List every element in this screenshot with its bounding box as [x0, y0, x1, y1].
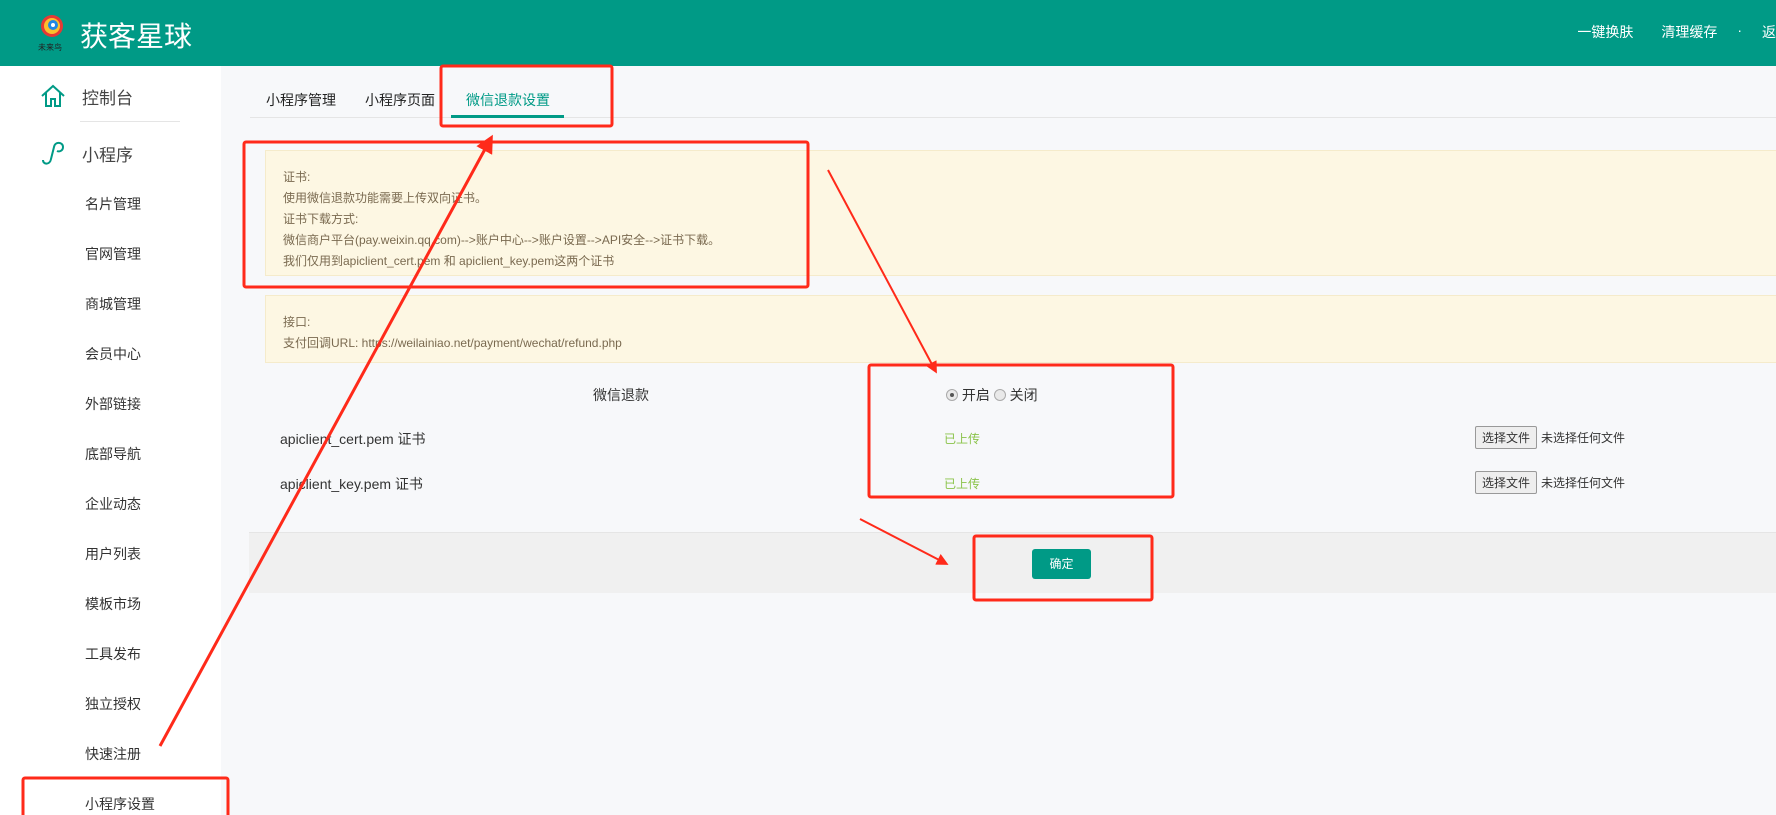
sidebar-item-news[interactable]: 企业动态	[85, 494, 141, 514]
callback-url: 支付回调URL: https://weilainiao.net/payment/…	[283, 336, 622, 350]
form-footer: 确定	[249, 532, 1776, 593]
sidebar-item-cards[interactable]: 名片管理	[85, 194, 141, 214]
key-label: apiclient_key.pem 证书	[280, 476, 423, 492]
file-status: 未选择任何文件	[1541, 431, 1626, 445]
svg-text:未来鸟: 未来鸟	[38, 42, 62, 52]
sidebar-item-settings[interactable]: 小程序设置	[85, 794, 155, 814]
radio-enable[interactable]	[946, 389, 958, 401]
api-notice: 接口: 支付回调URL: https://weilainiao.net/paym…	[265, 295, 1776, 363]
sidebar-item-dashboard[interactable]: 控制台	[40, 83, 133, 109]
home-icon	[41, 84, 65, 107]
refund-label: 微信退款	[593, 387, 649, 403]
sidebar-item-members[interactable]: 会员中心	[85, 344, 141, 364]
sidebar-item-users[interactable]: 用户列表	[85, 544, 141, 564]
divider	[80, 121, 180, 122]
notice-line: 证书:	[283, 170, 311, 184]
sidebar-item-templates[interactable]: 模板市场	[85, 594, 141, 614]
radio-enable-label[interactable]: 开启	[962, 387, 990, 403]
notice-line: 证书下载方式:	[283, 212, 359, 226]
key-file-input[interactable]: 选择文件 未选择任何文件	[1475, 471, 1625, 494]
refund-toggle: 开启 关闭	[946, 385, 1038, 405]
notice-line: 我们仅用到apiclient_cert.pem 和 apiclient_key.…	[283, 254, 615, 268]
sidebar-item-label: 控制台	[82, 88, 133, 108]
sidebar-item-quick-register[interactable]: 快速注册	[85, 744, 141, 764]
sidebar-item-publish[interactable]: 工具发布	[85, 644, 141, 664]
cert-file-input[interactable]: 选择文件 未选择任何文件	[1475, 426, 1625, 449]
cert-status: 已上传	[944, 432, 981, 446]
cert-label: apiclient_cert.pem 证书	[280, 431, 426, 447]
key-status: 已上传	[944, 477, 981, 491]
sidebar-item-license[interactable]: 独立授权	[85, 694, 141, 714]
sidebar-item-mall[interactable]: 商城管理	[85, 294, 141, 314]
top-header: 未来鸟 获客星球 一键换肤 清理缓存 · 返	[0, 0, 1776, 66]
tab-miniprogram-pages[interactable]: 小程序页面	[365, 90, 435, 110]
radio-disable[interactable]	[993, 389, 1006, 401]
sidebar-section-label: 小程序	[82, 145, 133, 165]
clear-cache-link[interactable]: 清理缓存	[1661, 22, 1717, 42]
submit-button[interactable]: 确定	[1032, 549, 1091, 579]
choose-file-button[interactable]: 选择文件	[1475, 471, 1538, 494]
sidebar-section-miniprogram[interactable]: 小程序	[40, 140, 133, 166]
sidebar-item-external-links[interactable]: 外部链接	[85, 394, 141, 414]
notice-line: 接口:	[283, 315, 311, 329]
sidebar-item-bottom-nav[interactable]: 底部导航	[85, 444, 141, 464]
brand-title: 获客星球	[80, 21, 193, 52]
active-tab-indicator	[451, 115, 564, 118]
back-link[interactable]: 返	[1762, 22, 1776, 42]
notice-line: 使用微信退款功能需要上传双向证书。	[283, 191, 488, 205]
choose-file-button[interactable]: 选择文件	[1475, 426, 1538, 449]
main-content: 小程序管理 小程序页面 微信退款设置 证书: 使用微信退款功能需要上传双向证书。…	[221, 66, 1776, 815]
certificate-notice: 证书: 使用微信退款功能需要上传双向证书。 证书下载方式: 微信商户平台(pay…	[265, 150, 1776, 276]
sidebar-item-website[interactable]: 官网管理	[85, 244, 141, 264]
tab-wechat-refund[interactable]: 微信退款设置	[466, 90, 550, 110]
tab-bar: 小程序管理 小程序页面 微信退款设置	[250, 66, 1776, 118]
radio-disable-label[interactable]: 关闭	[1010, 387, 1038, 403]
notice-line: 微信商户平台(pay.weixin.qq.com)-->账户中心-->账户设置-…	[283, 233, 721, 247]
separator: ·	[1737, 22, 1742, 38]
logo: 未来鸟	[38, 15, 63, 52]
sidebar: 控制台 小程序 名片管理 官网管理 商城管理 会员中心 外部链接 底部导航 企业…	[0, 66, 221, 815]
miniprogram-icon	[42, 141, 65, 165]
file-status: 未选择任何文件	[1541, 476, 1626, 490]
tab-miniprogram-manage[interactable]: 小程序管理	[266, 90, 336, 110]
change-skin-link[interactable]: 一键换肤	[1577, 22, 1633, 42]
